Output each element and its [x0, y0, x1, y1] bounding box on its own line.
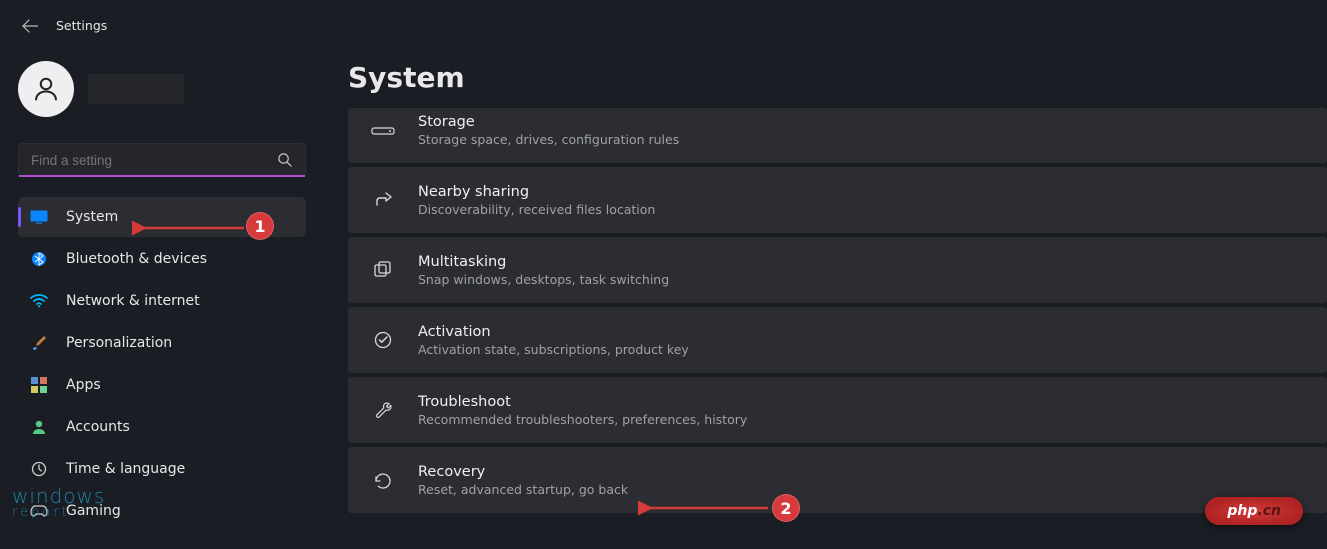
- sidebar-item-label: Time & language: [66, 461, 185, 477]
- sidebar-item-system[interactable]: System: [18, 197, 306, 237]
- back-icon[interactable]: [22, 19, 38, 33]
- card-multitasking[interactable]: Multitasking Snap windows, desktops, tas…: [348, 237, 1327, 303]
- card-sub: Discoverability, received files location: [418, 202, 655, 217]
- sidebar-item-bluetooth[interactable]: Bluetooth & devices: [18, 239, 306, 279]
- sidebar-nav: System Bluetooth & devices Network & int…: [18, 197, 306, 531]
- card-recovery[interactable]: Recovery Reset, advanced startup, go bac…: [348, 447, 1327, 513]
- card-sub: Snap windows, desktops, task switching: [418, 272, 669, 287]
- php-badge: php.cn: [1205, 497, 1303, 525]
- card-sub: Reset, advanced startup, go back: [418, 482, 628, 497]
- profile-block[interactable]: [18, 61, 306, 117]
- bluetooth-icon: [30, 250, 48, 268]
- sidebar: System Bluetooth & devices Network & int…: [0, 43, 320, 531]
- card-storage[interactable]: Storage Storage space, drives, configura…: [348, 108, 1327, 163]
- brush-icon: [30, 334, 48, 352]
- card-sub: Recommended troubleshooters, preferences…: [418, 412, 747, 427]
- search-icon: [277, 152, 293, 168]
- card-title: Recovery: [418, 464, 628, 480]
- page-title: System: [348, 61, 1327, 94]
- sidebar-item-time-language[interactable]: Time & language: [18, 449, 306, 489]
- multitask-icon: [370, 260, 396, 280]
- sidebar-item-label: Apps: [66, 377, 101, 393]
- card-activation[interactable]: Activation Activation state, subscriptio…: [348, 307, 1327, 373]
- card-sub: Activation state, subscriptions, product…: [418, 342, 689, 357]
- grid-icon: [30, 376, 48, 394]
- sidebar-item-label: Accounts: [66, 419, 130, 435]
- card-title: Nearby sharing: [418, 184, 655, 200]
- sidebar-item-label: Network & internet: [66, 293, 200, 309]
- storage-icon: [370, 123, 396, 139]
- sidebar-item-personalization[interactable]: Personalization: [18, 323, 306, 363]
- card-sub: Storage space, drives, configuration rul…: [418, 132, 679, 147]
- sidebar-item-label: Bluetooth & devices: [66, 251, 207, 267]
- person-icon: [30, 418, 48, 436]
- wrench-icon: [370, 400, 396, 420]
- search-input[interactable]: [31, 153, 277, 168]
- sidebar-item-label: System: [66, 209, 118, 225]
- window-title: Settings: [56, 18, 107, 33]
- card-troubleshoot[interactable]: Troubleshoot Recommended troubleshooters…: [348, 377, 1327, 443]
- sidebar-item-apps[interactable]: Apps: [18, 365, 306, 405]
- watermark-windows-report: windows report: [12, 486, 105, 519]
- desktop-icon: [30, 208, 48, 226]
- avatar: [18, 61, 74, 117]
- profile-name-redacted: [88, 74, 184, 104]
- card-title: Storage: [418, 114, 679, 130]
- check-circle-icon: [370, 330, 396, 350]
- share-icon: [370, 190, 396, 210]
- sidebar-item-accounts[interactable]: Accounts: [18, 407, 306, 447]
- card-title: Troubleshoot: [418, 394, 747, 410]
- recovery-icon: [370, 470, 396, 490]
- clock-icon: [30, 460, 48, 478]
- sidebar-item-label: Personalization: [66, 335, 172, 351]
- main-content: System Storage Storage space, drives, co…: [320, 43, 1327, 531]
- search-input-wrap[interactable]: [18, 143, 306, 177]
- wifi-icon: [30, 292, 48, 310]
- sidebar-item-network[interactable]: Network & internet: [18, 281, 306, 321]
- card-title: Activation: [418, 324, 689, 340]
- card-title: Multitasking: [418, 254, 669, 270]
- settings-card-list: Storage Storage space, drives, configura…: [348, 108, 1327, 513]
- card-nearby-sharing[interactable]: Nearby sharing Discoverability, received…: [348, 167, 1327, 233]
